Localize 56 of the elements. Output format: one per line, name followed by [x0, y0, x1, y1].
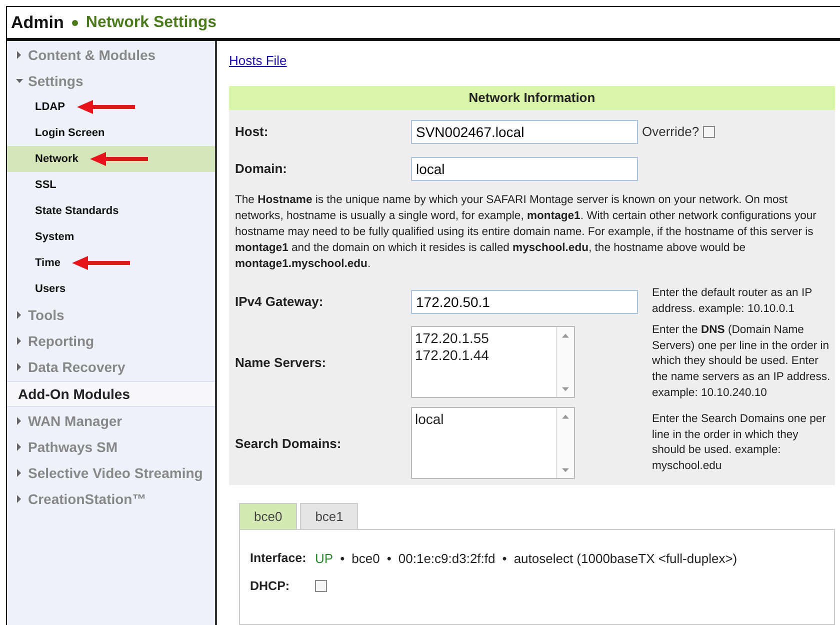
override-checkbox[interactable]	[703, 126, 716, 138]
caret-icon	[16, 469, 23, 477]
separator-dot: •	[386, 550, 392, 566]
interface-tab[interactable]: bce1	[300, 503, 358, 530]
field-label: DHCP:	[250, 579, 291, 594]
dhcp-checkbox[interactable]	[315, 580, 327, 592]
separator-dot: •	[502, 550, 507, 566]
status-text: UP	[315, 550, 334, 566]
caret-icon	[16, 311, 23, 319]
help-text: Enter the DNS (Domain Name Servers) one per line in the order in which they should be used. Enter the name servers as an IP address. example: 10.10.240.10	[652, 323, 832, 401]
interface-detail: autoselect (1000baseTX <full-duplex>)	[514, 550, 738, 566]
field-label: IPv4 Gateway:	[235, 294, 324, 310]
text-area[interactable]: 172.20.1.55 172.20.1.44	[411, 326, 575, 398]
scrollbar[interactable]	[556, 408, 574, 478]
caret-icon	[16, 51, 23, 59]
separator-dot: •	[340, 550, 345, 566]
separator-dot	[72, 20, 78, 26]
caret-icon	[16, 363, 23, 371]
field-label: Interface:	[250, 551, 308, 566]
field-label: Host:	[235, 124, 270, 139]
nav-item[interactable]: State Standards	[35, 205, 119, 217]
text-area[interactable]: local	[411, 407, 575, 480]
caret-icon	[16, 77, 23, 85]
interface-detail: 00:1e:c9:d3:2f:fd	[398, 550, 496, 566]
admin-title: Admin	[11, 12, 64, 32]
input-field[interactable]: local	[411, 156, 638, 180]
annotation-arrow	[76, 100, 135, 114]
caret-icon	[16, 417, 23, 425]
caret-icon	[16, 495, 23, 503]
field-label: Search Domains:	[235, 436, 342, 451]
nav-item[interactable]: System	[35, 231, 74, 243]
caret-icon	[16, 337, 23, 345]
field-label: Domain:	[235, 161, 288, 176]
nav-item[interactable]: Network	[35, 153, 78, 165]
nav-item[interactable]: Users	[35, 283, 66, 295]
override-label: Override?	[642, 124, 700, 139]
caret-icon	[16, 443, 23, 451]
page-title: Network Settings	[86, 14, 217, 32]
input-field[interactable]: 172.20.50.1	[411, 290, 638, 314]
annotation-arrow	[72, 256, 130, 270]
hostname-description: The Hostname is the unique name by which your SAFARI Montage server is known on your network. On most networks, hostname is usually a single word, for example, montage1. With certain other network configurations your hostname may need to be fully qualified using its entire domain name. For example, if the hostname of this server is montage1 and the domain on which it resides is called myschool.edu, the hostname above would be montage1.myschool.edu.	[235, 193, 818, 272]
hosts-file-link[interactable]: Hosts File	[229, 53, 287, 68]
interface-detail: bce0	[352, 550, 380, 566]
input-field[interactable]: SVN002467.local	[411, 120, 638, 144]
help-text: Enter the default router as an IP address. example: 10.10.0.1	[652, 286, 813, 317]
help-text: Enter the Search Domains one per line in the order in which they should be used. example: myschool.edu	[652, 412, 827, 474]
annotation-arrow	[90, 152, 148, 166]
nav-item[interactable]: Login Screen	[35, 127, 105, 139]
interface-tab[interactable]: bce0	[239, 503, 298, 530]
panel-title: Network Information	[229, 86, 835, 110]
scrollbar[interactable]	[556, 327, 574, 398]
nav-item[interactable]: LDAP	[35, 101, 65, 113]
nav-item[interactable]: Time	[35, 257, 60, 269]
field-label: Name Servers:	[235, 354, 328, 370]
nav-heading: Add-On Modules	[7, 381, 215, 407]
nav-item[interactable]: SSL	[35, 179, 56, 191]
